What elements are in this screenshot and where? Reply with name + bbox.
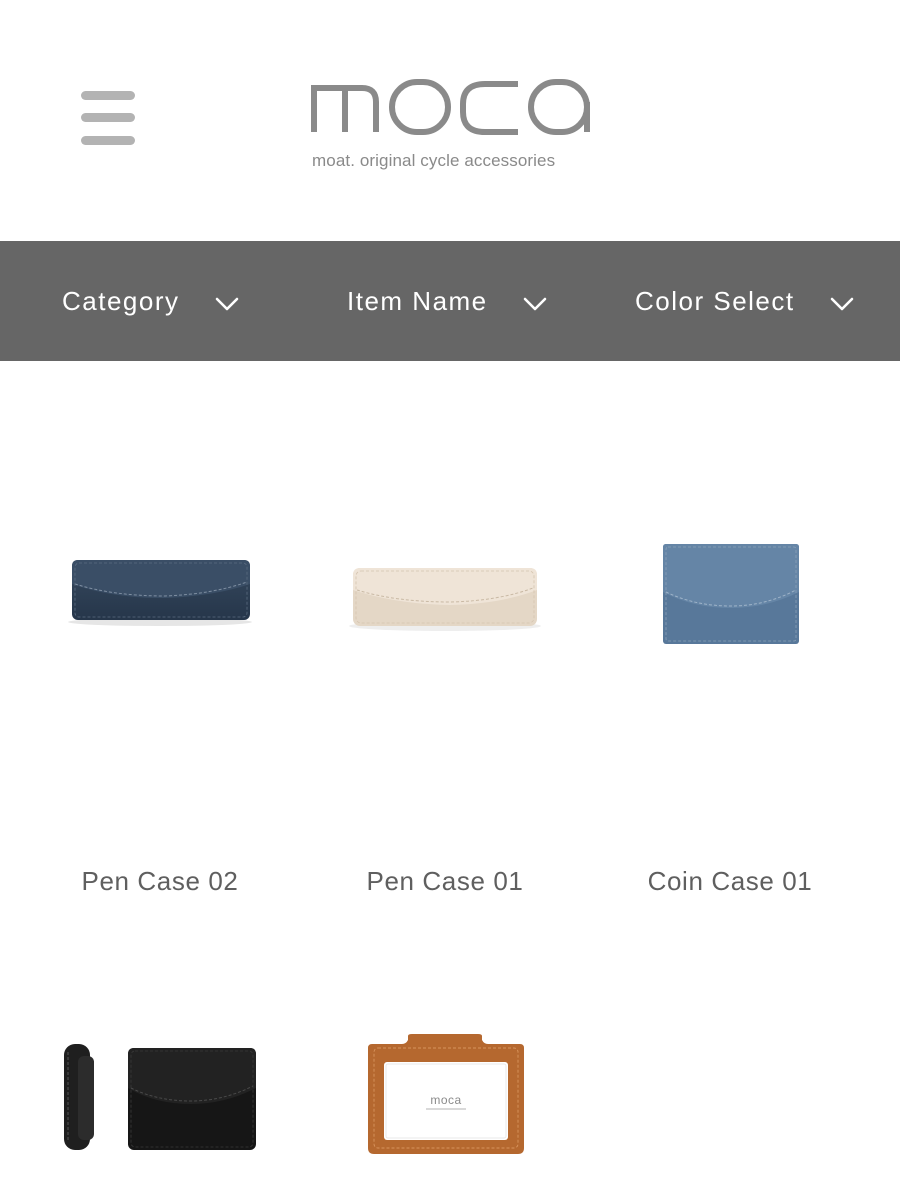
filter-label: Category bbox=[62, 285, 180, 316]
product-image: moca bbox=[368, 1034, 524, 1154]
site-header: moat. original cycle accessories bbox=[0, 0, 900, 241]
hamburger-menu-icon[interactable] bbox=[81, 91, 135, 145]
product-image bbox=[349, 568, 541, 631]
moca-logo-mark bbox=[311, 79, 590, 135]
filter-label: Color Select bbox=[635, 285, 795, 316]
card-logo-text: moca bbox=[430, 1093, 461, 1107]
product-image bbox=[64, 1044, 256, 1150]
product-name[interactable]: Pen Case 01 bbox=[300, 866, 590, 897]
item-name-filter-dropdown[interactable]: Item Name bbox=[347, 241, 557, 361]
hamburger-bar bbox=[81, 113, 135, 122]
chevron-down-icon bbox=[215, 297, 239, 311]
hamburger-bar bbox=[81, 91, 135, 100]
product-name[interactable]: Coin Case 01 bbox=[585, 866, 875, 897]
filter-bar: Category Item Name Color Select bbox=[0, 241, 900, 361]
chevron-down-icon bbox=[830, 297, 854, 311]
product-name[interactable]: Pen Case 02 bbox=[15, 866, 305, 897]
filter-label: Item Name bbox=[347, 285, 488, 316]
product-image bbox=[663, 544, 799, 644]
chevron-down-icon bbox=[523, 297, 547, 311]
product-image bbox=[68, 560, 252, 626]
color-select-filter-dropdown[interactable]: Color Select bbox=[635, 241, 860, 361]
site-logo[interactable]: moat. original cycle accessories bbox=[310, 74, 592, 174]
logo-tagline: moat. original cycle accessories bbox=[312, 151, 556, 170]
hamburger-bar bbox=[81, 136, 135, 145]
category-filter-dropdown[interactable]: Category bbox=[62, 241, 252, 361]
